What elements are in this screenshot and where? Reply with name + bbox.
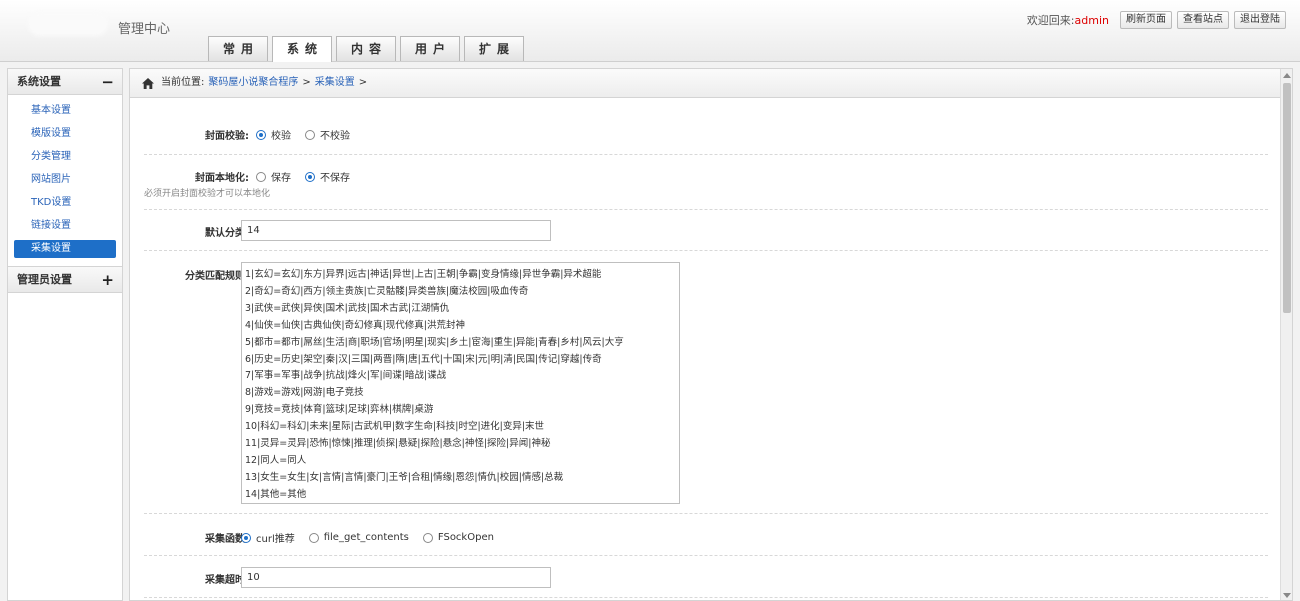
cover-local-option-save[interactable]: 保存 [256,169,291,184]
category-rule-line: 10|科幻=科幻|未来|星际|古武机甲|数字生命|科技|时空|进化|变异|末世 [245,421,545,433]
cover-check-option-no[interactable]: 不校验 [305,127,350,142]
cover-local-radio-group: 保存 不保存 [256,169,364,184]
category-rule-line: 14|其他=其他 [245,488,307,500]
radio-label: 校验 [271,131,291,142]
radio-unchecked-icon[interactable] [422,532,433,543]
username: admin [1074,13,1109,27]
sidebar-group-title: 系统设置 [17,75,61,88]
sidebar-item-category-management[interactable]: 分类管理 [14,148,116,166]
logout-button[interactable]: 退出登陆 [1234,11,1286,29]
main-panel: 当前位置: 聚码屋小说聚合程序 > 采集设置 > 封面校验: 校验 不校验 封面… [129,68,1293,601]
app-title: 管理中心 [118,22,171,37]
tab-extensions[interactable]: 扩展 [464,36,524,61]
category-rule-line: 8|游戏=游戏|网游|电子竞技 [245,387,364,399]
sidebar-item-tkd-settings[interactable]: TKD设置 [14,194,116,212]
scrollbar-thumb[interactable] [1283,83,1291,313]
radio-label: 不校验 [320,131,350,142]
welcome-text: 欢迎回来: [1026,14,1075,27]
vertical-scrollbar[interactable] [1280,69,1292,600]
radio-unchecked-icon[interactable] [308,532,319,543]
breadcrumb: 当前位置: 聚码屋小说聚合程序 > 采集设置 > [130,69,1292,98]
header: 管理中心 常用 系统 内容 用户 扩展 欢迎回来: admin 刷新页面 查看站… [0,0,1300,62]
logo [28,12,108,36]
category-rule-line: 12|同人=同人 [245,454,307,466]
default-category-input[interactable]: 14 [241,220,551,241]
collect-function-option-fsockopen[interactable]: FSockOpen [422,532,494,543]
tab-common[interactable]: 常用 [208,36,268,61]
scroll-up-arrow-icon[interactable] [1283,73,1291,78]
collect-function-label: 采集函数: [205,534,249,545]
breadcrumb-separator: > [358,77,368,88]
form-row-category-rules: 分类匹配规则: 1|玄幻=玄幻|东方|异界|远古|神话|异世|上古|王朝|争霸|… [144,251,1268,514]
form-row-collect-timeout: 采集超时: 10 [144,556,1268,598]
category-rule-line: 11|灵异=灵异|恐怖|惊悚|推理|侦探|悬疑|探险|悬念|神怪|探险|异闻|神… [245,438,551,450]
scroll-down-arrow-icon[interactable] [1283,593,1291,598]
main-tabs: 常用 系统 内容 用户 扩展 [208,36,528,62]
category-rule-line: 5|都市=都市|屌丝|生活|商|职场|官场|明星|现实|乡土|宦海|重生|异能|… [245,336,624,348]
radio-unchecked-icon[interactable] [305,129,315,140]
cover-check-label: 封面校验: [205,131,249,142]
tab-content[interactable]: 内容 [336,36,396,61]
category-rules-textarea[interactable]: 1|玄幻=玄幻|东方|异界|远古|神话|异世|上古|王朝|争霸|变身情缘|异世争… [241,262,680,504]
form-row-cover-check: 封面校验: 校验 不校验 [144,98,1268,155]
form-row-cover-local: 封面本地化: 保存 不保存 必须开启封面校验才可以本地化 [144,155,1268,210]
sidebar-group-admin-settings[interactable]: 管理员设置 + [8,267,122,293]
category-rules-label: 分类匹配规则: [185,271,249,282]
tab-system[interactable]: 系统 [272,36,332,62]
collect-function-radio-group: curl推荐 file_get_contents FSockOpen [241,530,508,545]
breadcrumb-prefix: 当前位置: [161,77,205,88]
plus-icon[interactable]: + [101,267,114,293]
cover-check-option-yes[interactable]: 校验 [256,127,291,142]
radio-checked-icon[interactable] [305,171,315,182]
cover-check-radio-group: 校验 不校验 [256,127,364,142]
cover-local-hint: 必须开启封面校验才可以本地化 [144,189,271,199]
sidebar-group-title: 管理员设置 [17,273,72,286]
category-rule-line: 7|军事=军事|战争|抗战|烽火|军|间谍|暗战|谍战 [245,370,447,382]
view-site-button[interactable]: 查看站点 [1177,11,1229,29]
category-rule-line: 1|玄幻=玄幻|东方|异界|远古|神话|异世|上古|王朝|争霸|变身情缘|异世争… [245,269,602,280]
category-rule-line: 13|女生=女生|女|言情|言情|豪门|王爷|合租|情缘|恩怨|情仇|校园|情感… [245,471,564,483]
radio-label: curl推荐 [256,534,295,545]
sidebar-item-link-settings[interactable]: 链接设置 [14,217,116,235]
radio-checked-icon[interactable] [256,129,266,140]
collect-timeout-input[interactable]: 10 [241,567,551,588]
category-rule-line: 6|历史=历史|架空|秦|汉|三国|两晋|隋|唐|五代|十国|宋|元|明|清|民… [245,353,602,365]
collect-function-option-curl[interactable]: curl推荐 [241,530,295,545]
refresh-page-button[interactable]: 刷新页面 [1120,11,1172,29]
radio-unchecked-icon[interactable] [256,171,266,182]
sidebar-item-template-settings[interactable]: 模版设置 [14,125,116,143]
sidebar-items: 基本设置 模版设置 分类管理 网站图片 TKD设置 链接设置 采集设置 [8,95,122,267]
cover-local-option-nosave[interactable]: 不保存 [305,169,350,184]
minus-icon[interactable]: − [101,69,114,95]
breadcrumb-link-collect-settings[interactable]: 采集设置 [315,69,355,97]
category-rule-line: 4|仙侠=仙侠|古典仙侠|奇幻修真|现代修真|洪荒封神 [245,319,466,331]
tab-users[interactable]: 用户 [400,36,460,61]
collect-function-option-file-get-contents[interactable]: file_get_contents [308,532,409,543]
category-rule-line: 2|奇幻=奇幻|西方|领主贵族|亡灵骷髅|异类兽族|魔法校园|吸血传奇 [245,285,529,297]
category-rule-line: 3|武侠=武侠|异侠|国术|武技|国术古武|江湖情仇 [245,302,450,314]
radio-label: FSockOpen [437,532,494,543]
radio-label: 不保存 [320,173,350,184]
sidebar-group-system-settings[interactable]: 系统设置 − [8,69,122,95]
cover-local-label: 封面本地化: [195,173,249,184]
radio-label: 保存 [271,173,291,184]
sidebar-item-basic-settings[interactable]: 基本设置 [14,102,116,120]
category-rule-line: 9|竞技=竞技|体育|篮球|足球|弈林|棋牌|桌游 [245,404,434,416]
breadcrumb-link-home[interactable]: 聚码屋小说聚合程序 [208,69,298,97]
breadcrumb-separator: > [302,77,311,88]
collect-timeout-label: 采集超时: [205,575,249,586]
top-bar: 欢迎回来: admin 刷新页面 查看站点 退出登陆 [1027,11,1286,29]
form-row-default-category: 默认分类: 14 [144,210,1268,251]
default-category-label: 默认分类: [205,228,249,239]
sidebar: 系统设置 − 基本设置 模版设置 分类管理 网站图片 TKD设置 链接设置 采集… [7,68,123,601]
radio-checked-icon[interactable] [241,532,251,543]
sidebar-item-collect-settings[interactable]: 采集设置 [14,240,116,258]
form-row-collect-function: 采集函数: curl推荐 file_get_contents FSockOpen [144,514,1268,556]
sidebar-item-site-images[interactable]: 网站图片 [14,171,116,189]
radio-label: file_get_contents [323,532,409,543]
home-icon [142,77,154,89]
